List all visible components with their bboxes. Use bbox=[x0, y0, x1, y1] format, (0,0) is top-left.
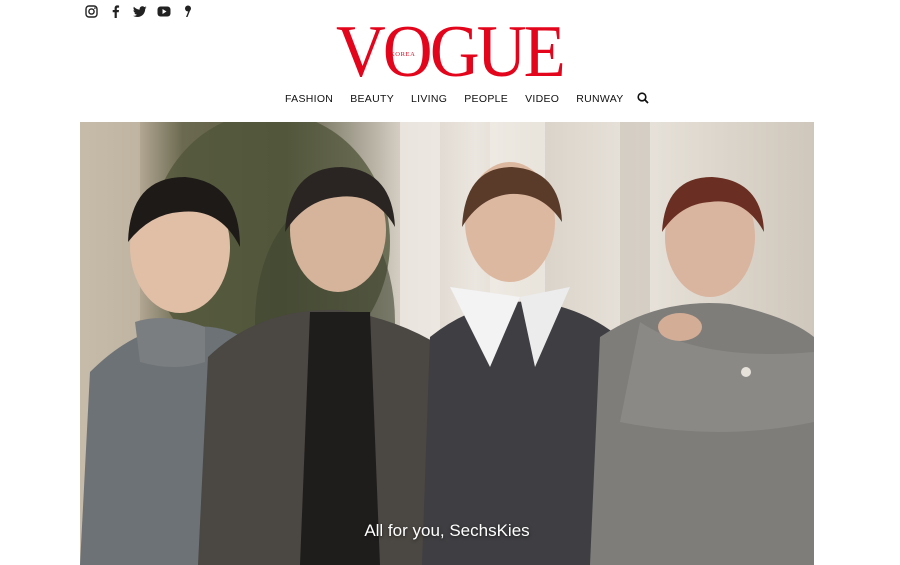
logo-wordmark: VOGUE bbox=[336, 11, 566, 93]
youtube-icon[interactable] bbox=[156, 4, 171, 19]
social-links bbox=[84, 4, 195, 19]
vogue-logo[interactable]: VOGUE KOREA bbox=[336, 11, 566, 93]
hero-photo bbox=[80, 122, 814, 565]
nav-item-people[interactable]: PEOPLE bbox=[464, 93, 508, 105]
naver-post-icon[interactable] bbox=[180, 4, 195, 19]
nav-item-beauty[interactable]: BEAUTY bbox=[350, 93, 394, 105]
search-icon[interactable] bbox=[636, 91, 649, 104]
logo-edition: KOREA bbox=[390, 51, 416, 58]
nav-item-fashion[interactable]: FASHION bbox=[285, 93, 333, 105]
twitter-icon[interactable] bbox=[132, 4, 147, 19]
facebook-icon[interactable] bbox=[108, 4, 123, 19]
instagram-icon[interactable] bbox=[84, 4, 99, 19]
hero-caption[interactable]: All for you, SechsKies bbox=[80, 521, 814, 541]
nav-item-video[interactable]: VIDEO bbox=[525, 93, 559, 105]
nav-item-living[interactable]: LIVING bbox=[411, 93, 447, 105]
nav-item-runway[interactable]: RUNWAY bbox=[576, 93, 623, 105]
main-nav: FASHION BEAUTY LIVING PEOPLE VIDEO RUNWA… bbox=[285, 91, 649, 105]
hero-image[interactable]: All for you, SechsKies bbox=[80, 122, 814, 565]
